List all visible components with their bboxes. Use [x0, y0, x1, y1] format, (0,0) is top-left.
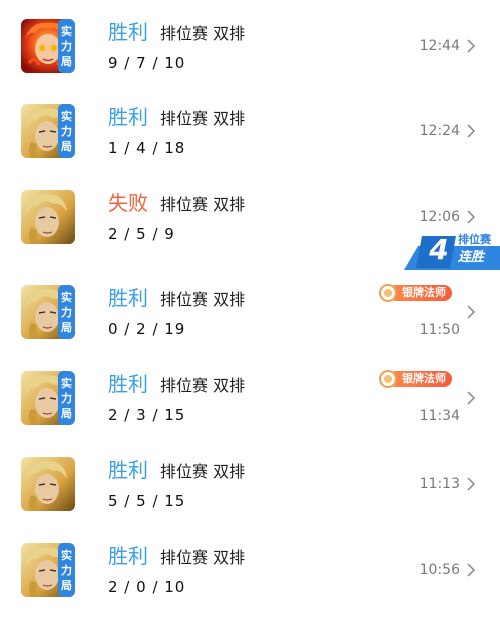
match-kda: 2 / 3 / 15 — [108, 406, 186, 424]
match-time: 12:06 — [419, 209, 460, 225]
golden-hero-icon — [21, 190, 75, 244]
match-row[interactable]: 实 力 局 胜利 排位赛 双排 2 / 3 / 15 银牌法师 11:34 — [0, 369, 500, 454]
chevron-right-icon[interactable] — [466, 477, 476, 491]
hero-avatar — [21, 457, 75, 511]
match-kda: 9 / 7 / 10 — [108, 54, 186, 72]
match-kda: 0 / 2 / 19 — [108, 320, 186, 338]
hero-avatar: 实 力 局 — [21, 285, 75, 339]
match-kda: 5 / 5 / 15 — [108, 492, 186, 510]
match-time: 10:56 — [419, 562, 460, 578]
strength-match-badge: 实 力 局 — [58, 104, 75, 158]
hero-avatar — [21, 190, 75, 244]
hero-avatar: 实 力 局 — [21, 543, 75, 597]
medal-icon — [379, 370, 397, 388]
hero-avatar: 实 力 局 — [21, 371, 75, 425]
strength-match-badge: 实 力 局 — [58, 543, 75, 597]
match-result: 胜利 — [108, 20, 148, 44]
match-result: 胜利 — [108, 286, 148, 310]
hero-avatar: 实 力 局 — [21, 104, 75, 158]
match-kda: 1 / 4 / 18 — [108, 139, 186, 157]
chevron-right-icon[interactable] — [466, 563, 476, 577]
match-row[interactable]: 实 力 局 胜利 排位赛 双排 1 / 4 / 18 12:24 — [0, 102, 500, 187]
honor-tag: 银牌法师 — [378, 283, 452, 303]
match-row[interactable]: 胜利 排位赛 双排 5 / 5 / 15 11:13 — [0, 455, 500, 540]
golden-hero-icon — [21, 457, 75, 511]
honor-tag: 银牌法师 — [378, 369, 452, 389]
chevron-right-icon[interactable] — [466, 305, 476, 319]
match-time: 12:24 — [419, 123, 460, 139]
strength-match-badge: 实 力 局 — [58, 285, 75, 339]
match-time: 12:44 — [419, 38, 460, 54]
streak-label: 连胜 — [458, 250, 485, 265]
match-time: 11:50 — [419, 322, 460, 338]
chevron-right-icon[interactable] — [466, 391, 476, 405]
chevron-right-icon[interactable] — [466, 39, 476, 53]
strength-match-badge: 实 力 局 — [58, 371, 75, 425]
match-result: 胜利 — [108, 544, 148, 568]
medal-icon — [379, 284, 397, 302]
match-mode: 排位赛 双排 — [160, 548, 246, 567]
match-row[interactable]: 实 力 局 胜利 排位赛 双排 0 / 2 / 19 银牌法师 11:50 — [0, 283, 500, 368]
match-result: 胜利 — [108, 105, 148, 129]
match-result: 胜利 — [108, 372, 148, 396]
streak-count: 4 — [429, 233, 449, 266]
match-row[interactable]: 实 力 局 胜利 排位赛 双排 2 / 0 / 10 10:56 — [0, 541, 500, 626]
match-mode: 排位赛 双排 — [160, 376, 246, 395]
match-time: 11:34 — [419, 408, 460, 424]
strength-match-badge: 实 力 局 — [58, 19, 75, 73]
hero-avatar: 实 力 局 — [21, 19, 75, 73]
match-time: 11:13 — [419, 476, 460, 492]
match-row[interactable]: 实 力 局 胜利 排位赛 双排 9 / 7 / 10 12:44 — [0, 17, 500, 102]
match-history-list: 实 力 局 胜利 排位赛 双排 9 / 7 / 10 12:44 实 力 局 胜… — [0, 0, 500, 598]
match-result: 失败 — [108, 191, 148, 215]
win-streak-banner: 4 排位赛 连胜 — [400, 232, 500, 272]
match-mode: 排位赛 双排 — [160, 290, 246, 309]
chevron-right-icon[interactable] — [466, 210, 476, 224]
match-kda: 2 / 0 / 10 — [108, 578, 186, 596]
match-mode: 排位赛 双排 — [160, 462, 246, 481]
streak-mode-label: 排位赛 — [458, 233, 491, 246]
chevron-right-icon[interactable] — [466, 124, 476, 138]
match-mode: 排位赛 双排 — [160, 109, 246, 128]
match-kda: 2 / 5 / 9 — [108, 225, 175, 243]
match-mode: 排位赛 双排 — [160, 24, 246, 43]
match-mode: 排位赛 双排 — [160, 195, 246, 214]
match-result: 胜利 — [108, 458, 148, 482]
